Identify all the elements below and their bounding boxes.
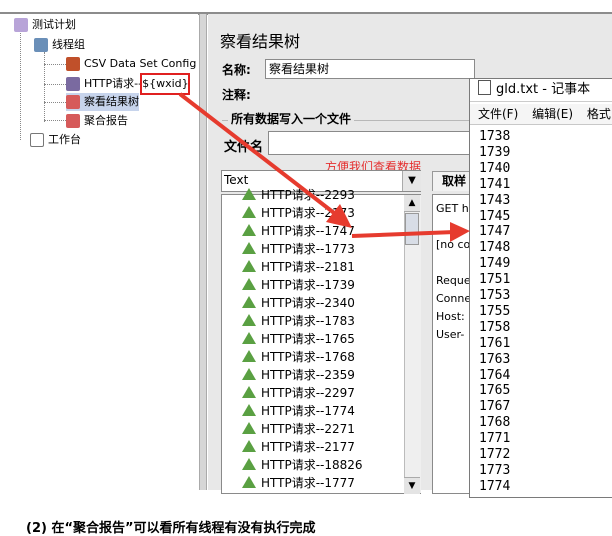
annotation-arrows [178, 92, 470, 242]
bottom-caption: (2) 在“聚合报告”可以看所有线程有没有执行完成 [26, 521, 316, 536]
arrow-line [351, 230, 456, 238]
arrow-head [450, 222, 470, 242]
arrow-line [178, 92, 340, 218]
